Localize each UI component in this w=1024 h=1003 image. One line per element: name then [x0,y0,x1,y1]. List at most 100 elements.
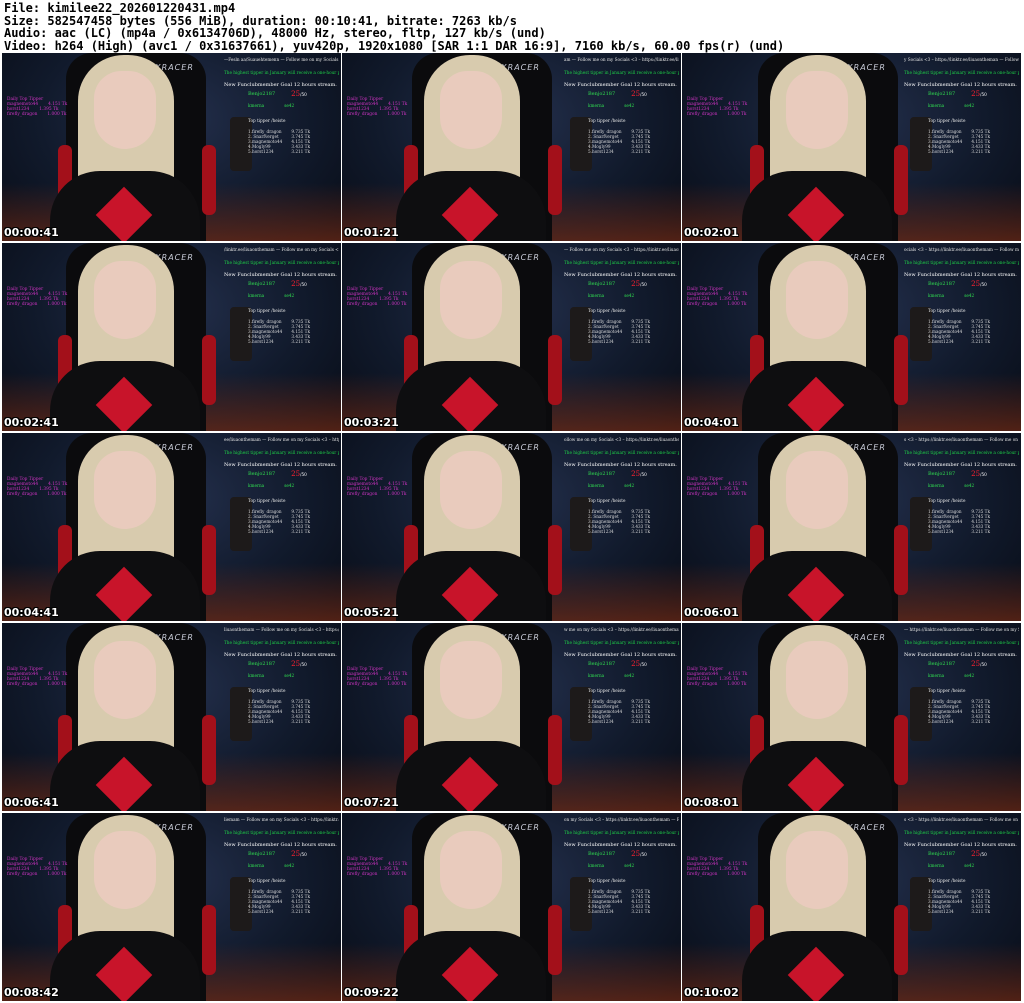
thumbnail-frame[interactable]: DXRACER Daily Top Tipper magnemoto44 4.1… [342,433,681,621]
daily-tipper-name: firefly_dragon [687,872,718,877]
top-tipper-list: 1.firefly_dragon 9.735 Tk 2. Snarfverget… [248,889,339,914]
stream-overlay: w me on my Socials <3 – https://linktr.e… [564,627,679,809]
goal-count-unit: /50 [980,472,987,477]
top-tipper-list: 1.firefly_dragon 9.735 Tk 2. Snarfverget… [248,129,339,154]
goal-progress-row: Benjo2187 25/50 [248,661,339,668]
streamer-face [94,641,156,719]
thumbnail-frame[interactable]: DXRACER Daily Top Tipper magnemoto44 4.1… [2,243,341,431]
top-tipper-title: Top tipper /heiste [588,688,626,693]
promo-text: The highest tipper in January will recei… [564,260,679,265]
promo-text: The highest tipper in January will recei… [904,450,1019,455]
daily-tipper-value: 1.000 Tk [47,682,67,687]
goal-count-unit: /50 [980,852,987,857]
thumbnail-frame[interactable]: DXRACER Daily Top Tipper magnemoto44 4.1… [2,623,341,811]
thumbnail-frame[interactable]: DXRACER Daily Top Tipper magnemoto44 4.1… [2,813,341,1001]
top-tipper-name: 5.horst1234 [928,909,954,914]
streamer-face [440,831,502,909]
daily-tipper-row: firefly_dragon 1.000 Tk [687,872,747,877]
thumbnail-frame[interactable]: DXRACER Daily Top Tipper magnemoto44 4.1… [682,243,1021,431]
goal-count: 25 [291,280,301,288]
daily-tipper-row: firefly_dragon 1.000 Tk [7,302,67,307]
goal-count: 25 [631,660,641,668]
daily-tipper-row: firefly_dragon 1.000 Tk [7,872,67,877]
top-tipper-row: 5.horst1234 3.211 Tk [928,529,990,534]
daily-tipper-row: firefly_dragon 1.000 Tk [687,492,747,497]
goal-count: 25 [291,470,301,478]
chair-red-panel-right [548,335,562,405]
top-tipper-value: 3.211 Tk [971,719,990,724]
goal-text: New Funclubmember Goal 12 hours stream. [224,462,337,468]
daily-tipper-value: 1.000 Tk [47,492,67,497]
stream-overlay: ee/liuaonthemam — Follow me on my Social… [224,437,339,619]
sub-members-row: kmerna se42 [248,103,339,108]
goal-member-name: Benjo2187 [928,91,956,97]
thumbnail-frame[interactable]: DXRACER Daily Top Tipper magnemoto44 4.1… [342,53,681,241]
daily-tipper-row: firefly_dragon 1.000 Tk [347,872,407,877]
goal-text: New Funclubmember Goal 12 hours stream. [904,82,1017,88]
top-tipper-row: 5.horst1234 3.211 Tk [588,909,650,914]
streamer-face [94,831,156,909]
goal-progress-row: Benjo2187 25/50 [588,91,679,98]
socials-ticker: liuaonthemam — Follow me on my Socials <… [224,627,339,632]
goal-progress-row: Benjo2187 25/50 [588,471,679,478]
promo-text: The highest tipper in January will recei… [904,640,1019,645]
top-tipper-row: 5.horst1234 3.211 Tk [588,719,650,724]
goal-text: New Funclubmember Goal 12 hours stream. [564,842,677,848]
promo-text: The highest tipper in January will recei… [904,70,1019,75]
thumbnail-frame[interactable]: DXRACER Daily Top Tipper magnemoto44 4.1… [342,813,681,1001]
goal-text: New Funclubmember Goal 12 hours stream. [224,842,337,848]
promo-text: The highest tipper in January will recei… [224,830,339,835]
goal-member-name: Benjo2187 [248,661,276,667]
frame-timestamp: 00:09:22 [344,986,399,999]
top-tipper-row: 5.horst1234 3.211 Tk [248,529,310,534]
socials-ticker: y Socials <3 – https://linktr.ee/liuaont… [904,57,1019,62]
frame-timestamp: 00:04:41 [4,606,59,619]
socials-ticker: on my Socials <3 – https://linktr.ee/liu… [564,817,679,822]
thumbnail-frame[interactable]: DXRACER Daily Top Tipper magnemoto44 4.1… [342,243,681,431]
top-tipper-value: 3.211 Tk [291,339,310,344]
top-tipper-row: 5.horst1234 3.211 Tk [248,909,310,914]
socials-ticker: /linktr.ee/liuaonthemam — Follow me on m… [224,247,339,252]
sub-member-left: kmerna [928,103,945,108]
goal-count-unit: /50 [640,92,647,97]
top-tipper-list: 1.firefly_dragon 9.735 Tk 2. Snarfverget… [928,889,1019,914]
thumbnail-frame[interactable]: DXRACER Daily Top Tipper magnemoto44 4.1… [682,433,1021,621]
file-name: File: kimilee22_202601220431.mp4 [4,1,236,15]
sub-member-left: kmerna [248,103,265,108]
stream-overlay: y Socials <3 – https://linktr.ee/liuaont… [904,57,1019,239]
thumbnail-frame[interactable]: DXRACER Daily Top Tipper magnemoto44 4.1… [2,53,341,241]
socials-ticker: am — Follow me on my Socials <3 – https:… [564,57,679,62]
daily-top-tipper-panel: Daily Top Tipper magnemoto44 4.151 Tk ho… [347,97,407,117]
goal-count-unit: /50 [300,662,307,667]
sub-member-left: kmerna [588,863,605,868]
thumbnail-frame[interactable]: DXRACER Daily Top Tipper magnemoto44 4.1… [682,53,1021,241]
top-tipper-title: Top tipper /heiste [928,118,966,123]
audio-info-line: Audio: aac (LC) (mp4a / 0x6134706D), 480… [4,26,546,41]
daily-tipper-row: firefly_dragon 1.000 Tk [687,112,747,117]
thumbnail-frame[interactable]: DXRACER Daily Top Tipper magnemoto44 4.1… [2,433,341,621]
daily-tipper-value: 1.000 Tk [727,872,747,877]
daily-tipper-value: 1.000 Tk [387,492,407,497]
frame-timestamp: 00:06:01 [684,606,739,619]
socials-ticker: s <3 – https://linktr.ee/liuaonthemam — … [904,437,1019,442]
daily-tipper-name: firefly_dragon [687,492,718,497]
stream-overlay: liemam — Follow me on my Socials <3 – ht… [224,817,339,999]
daily-tipper-row: firefly_dragon 1.000 Tk [7,492,67,497]
thumbnail-frame[interactable]: DXRACER Daily Top Tipper magnemoto44 4.1… [682,623,1021,811]
goal-progress-row: Benjo2187 25/50 [928,661,1019,668]
promo-text: The highest tipper in January will recei… [224,450,339,455]
top-tipper-title: Top tipper /heiste [588,498,626,503]
daily-top-tipper-panel: Daily Top Tipper magnemoto44 4.151 Tk ho… [687,287,747,307]
sub-member-right: se42 [964,103,975,108]
thumbnail-frame[interactable]: DXRACER Daily Top Tipper magnemoto44 4.1… [682,813,1021,1001]
sub-member-left: kmerna [928,293,945,298]
daily-tipper-row: firefly_dragon 1.000 Tk [687,302,747,307]
daily-tipper-name: firefly_dragon [687,302,718,307]
daily-tipper-value: 1.000 Tk [727,112,747,117]
top-tipper-value: 3.211 Tk [291,529,310,534]
thumbnail-frame[interactable]: DXRACER Daily Top Tipper magnemoto44 4.1… [342,623,681,811]
sub-member-left: kmerna [248,673,265,678]
stream-overlay: liuaonthemam — Follow me on my Socials <… [224,627,339,809]
goal-text: New Funclubmember Goal 12 hours stream. [564,462,677,468]
goal-member-name: Benjo2187 [248,281,276,287]
